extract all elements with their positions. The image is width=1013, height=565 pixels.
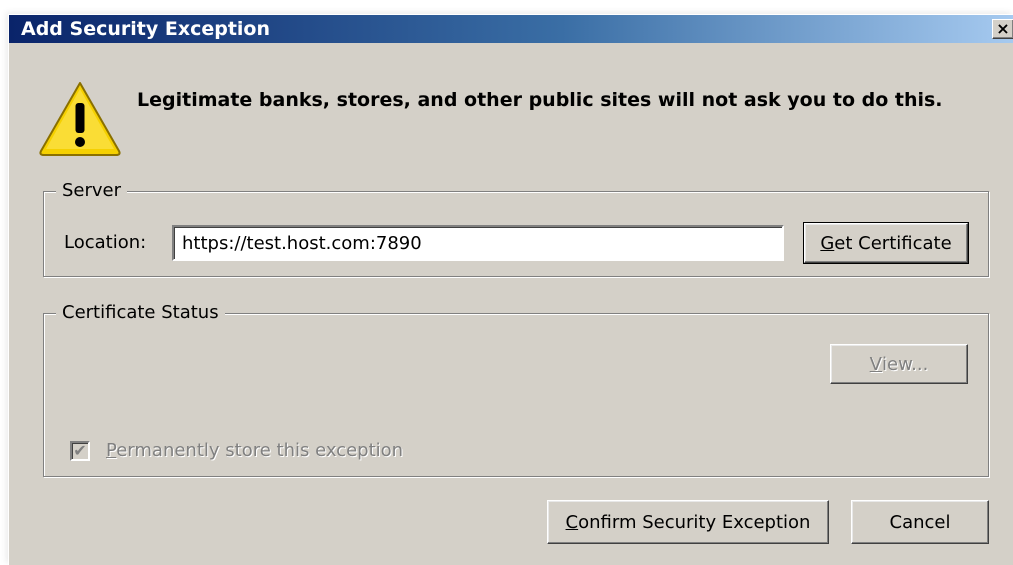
get-certificate-mnemonic: G: [820, 232, 835, 254]
view-mnemonic: V: [869, 353, 882, 375]
warning-headline: Legitimate banks, stores, and other publ…: [137, 89, 943, 111]
exclamation-dot: [75, 137, 85, 147]
close-icon: ×: [996, 19, 1010, 38]
close-button[interactable]: ×: [992, 19, 1013, 39]
location-input[interactable]: https://test.host.com:7890: [172, 225, 784, 261]
checkmark-icon: ✔: [73, 441, 87, 460]
server-group: Server Location: https://test.host.com:7…: [43, 180, 989, 277]
exclamation-bar: [75, 103, 85, 133]
certificate-status-group: Certificate Status View... ✔ Permanently…: [43, 302, 989, 477]
warning-triangle-icon: [39, 82, 121, 156]
permanent-store-text: ermanently store this exception: [116, 440, 404, 461]
confirm-security-exception-button[interactable]: Confirm Security Exception: [547, 500, 829, 544]
get-certificate-button[interactable]: Get Certificate: [803, 222, 969, 264]
server-legend: Server: [56, 180, 128, 202]
permanent-store-mnemonic: P: [106, 440, 117, 461]
cancel-button[interactable]: Cancel: [851, 500, 989, 544]
confirm-mnemonic: C: [565, 511, 579, 533]
confirm-label: onfirm Security Exception: [578, 511, 811, 533]
view-label: iew...: [882, 353, 929, 375]
permanent-store-checkbox[interactable]: ✔: [70, 441, 90, 461]
view-button[interactable]: View...: [830, 344, 968, 384]
title-bar[interactable]: Add Security Exception ×: [9, 15, 1013, 43]
location-label: Location:: [64, 232, 147, 253]
permanent-store-label[interactable]: Permanently store this exception: [106, 440, 403, 461]
dialog-window: Add Security Exception × Legitimate bank…: [8, 14, 1013, 565]
window-title: Add Security Exception: [21, 18, 271, 40]
certificate-status-legend: Certificate Status: [56, 302, 225, 324]
get-certificate-label: et Certificate: [834, 232, 952, 254]
